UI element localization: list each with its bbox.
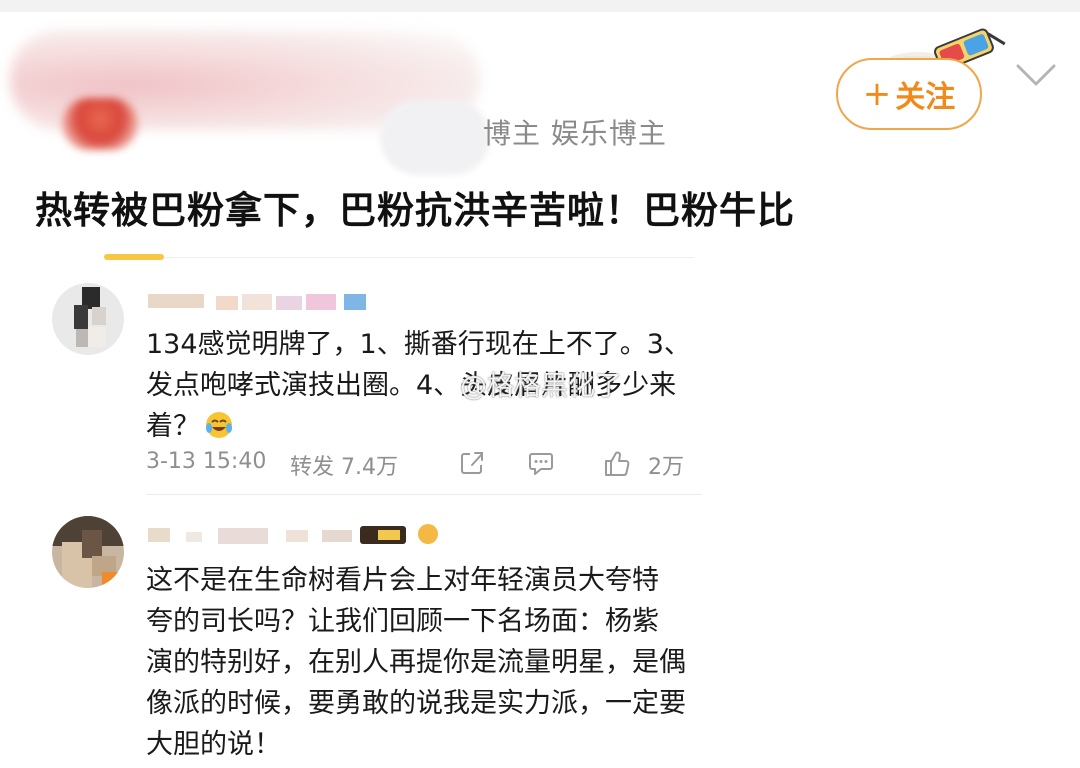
share-icon[interactable] — [458, 449, 486, 477]
comment-line: 大胆的说！ — [146, 729, 281, 760]
card-accent-bar — [104, 254, 164, 260]
comment-text: 134感觉明牌了，1、撕番行现在上不了。3、 发点咆哮式演技出圈。4、头皮屑片酬… — [146, 324, 706, 447]
comment-time: 3-13 15:40 — [146, 449, 267, 474]
like-count: 2万 — [648, 455, 684, 480]
blurred-author-info — [380, 100, 490, 175]
comment-line: 着？ — [146, 406, 706, 447]
crying-laughing-emoji-icon — [206, 412, 232, 438]
blogger-tag: 博主 娱乐博主 — [483, 117, 667, 150]
comment-line: 夸的司长吗？让我们回顾一下名场面：杨紫 — [146, 606, 659, 637]
comment-line: 像派的时候，要勇敢的说我是实力派，一定要 — [146, 688, 686, 719]
commenter-avatar[interactable] — [52, 516, 124, 588]
watermark: @格格黑化了 — [460, 371, 622, 402]
comment-divider — [146, 494, 702, 495]
card-top-border — [164, 257, 694, 258]
plus-icon: + — [862, 74, 892, 114]
comment-line: 演的特别好，在别人再提你是流量明星，是偶 — [146, 647, 686, 678]
blurred-username — [148, 294, 366, 310]
thumbs-up-icon[interactable] — [602, 449, 632, 479]
follow-label: 关注 — [895, 80, 956, 115]
comment-line: 134感觉明牌了，1、撕番行现在上不了。3、 — [146, 329, 691, 360]
top-bar — [0, 0, 1080, 12]
author-avatar[interactable] — [62, 98, 138, 150]
blurred-username — [148, 524, 438, 544]
comment-text: 这不是在生命树看片会上对年轻演员大夸特 夸的司长吗？让我们回顾一下名场面：杨紫 … — [146, 560, 706, 765]
commenter-avatar[interactable] — [52, 283, 124, 355]
comment-line: 发点咆哮式演技出圈。4、头皮屑片酬多少来 — [146, 370, 677, 401]
chevron-down-icon[interactable] — [1014, 62, 1058, 88]
post-title: 热转被巴粉拿下，巴粉抗洪辛苦啦！巴粉牛比 — [35, 189, 795, 232]
repost-count[interactable]: 转发 7.4万 — [290, 449, 398, 481]
comment-line-text: 着？ — [146, 411, 200, 442]
comment-icon[interactable] — [527, 449, 555, 477]
follow-button[interactable]: + 关注 — [836, 58, 982, 130]
comment-line: 这不是在生命树看片会上对年轻演员大夸特 — [146, 565, 659, 596]
